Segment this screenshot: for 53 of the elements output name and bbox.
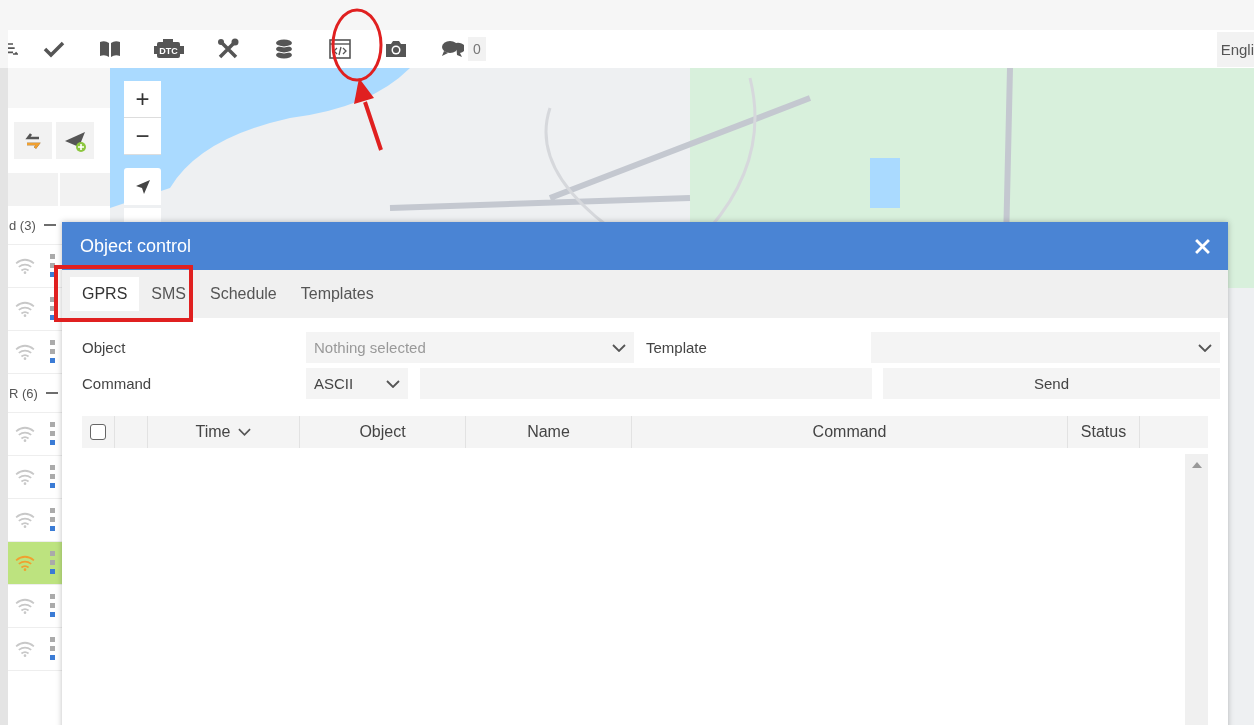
- signal-icon: [14, 469, 36, 485]
- field-label: Template: [645, 339, 708, 356]
- signal-icon: [14, 598, 36, 614]
- tab[interactable]: Templates: [288, 277, 386, 311]
- signal-icon: [14, 641, 36, 657]
- signal-icon: [14, 301, 36, 317]
- status-dots-icon: [50, 508, 55, 532]
- column-header[interactable]: Status: [1068, 416, 1140, 448]
- field-label: Command: [82, 375, 153, 392]
- tab[interactable]: GPRS: [70, 277, 140, 311]
- status-dots-icon: [50, 594, 55, 618]
- send-button[interactable]: Send: [883, 368, 1220, 399]
- column-header[interactable]: Time: [148, 416, 300, 448]
- signal-icon: [14, 426, 36, 442]
- status-dots-icon: [50, 340, 55, 364]
- list-header-cell: [8, 173, 58, 206]
- locate-button[interactable]: [124, 168, 161, 205]
- chevron-down-icon: [386, 379, 400, 388]
- zoom-in-button[interactable]: +: [124, 81, 161, 118]
- status-dots-icon: [50, 551, 55, 575]
- tab[interactable]: SMS: [139, 277, 198, 311]
- dialog-title: Object control: [80, 235, 192, 257]
- chevron-down-icon: [1198, 343, 1212, 352]
- tab[interactable]: Schedule: [198, 277, 289, 311]
- select-all-checkbox[interactable]: [90, 424, 106, 440]
- send-add-button[interactable]: [56, 122, 94, 159]
- group-label: d (3): [9, 217, 36, 233]
- close-icon[interactable]: [1195, 238, 1210, 254]
- code-window-icon[interactable]: [328, 37, 352, 61]
- signal-icon: [14, 258, 36, 274]
- swap-button[interactable]: [14, 122, 52, 159]
- field-label: Object: [82, 339, 127, 356]
- column-header[interactable]: Command: [632, 416, 1068, 448]
- scroll-up-icon: [1191, 462, 1202, 468]
- encoding-select[interactable]: ASCII: [306, 368, 408, 399]
- status-dots-icon: [50, 422, 55, 446]
- scrollbar[interactable]: [1185, 454, 1208, 725]
- navigation-arrow-icon: [134, 178, 151, 195]
- list-header-cell: [60, 173, 110, 206]
- signal-icon: [14, 344, 36, 360]
- status-dots-icon: [50, 254, 55, 278]
- chat-count: 0: [468, 37, 486, 61]
- tools-icon[interactable]: [216, 37, 240, 61]
- column-header[interactable]: Object: [300, 416, 466, 448]
- signal-icon: [14, 555, 36, 571]
- language-selector[interactable]: Engli: [1216, 31, 1254, 67]
- status-dots-icon: [50, 637, 55, 661]
- group-label: R (6): [9, 385, 38, 401]
- chevron-down-icon: [612, 343, 626, 352]
- status-dots-icon: [50, 465, 55, 489]
- status-dots-icon: [50, 297, 55, 321]
- signal-icon: [14, 512, 36, 528]
- column-header[interactable]: Name: [466, 416, 632, 448]
